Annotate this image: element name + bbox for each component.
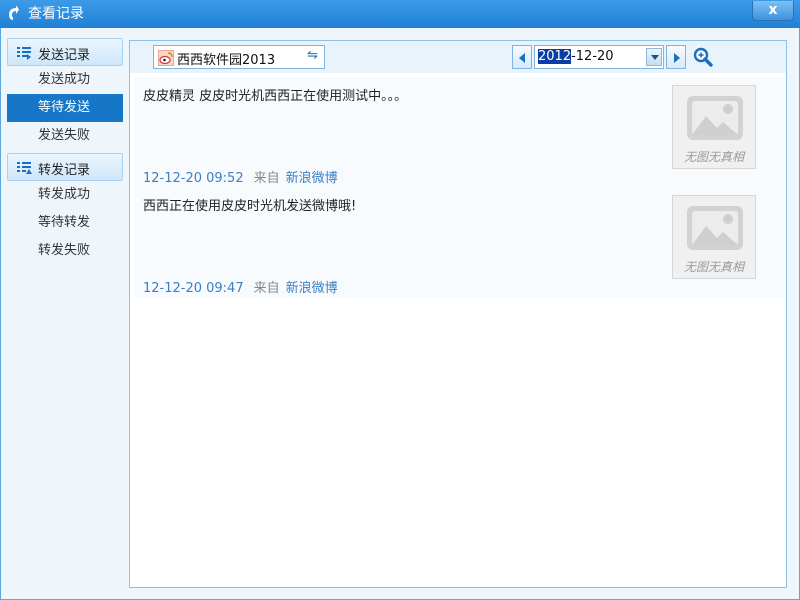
post-source-link[interactable]: 新浪微博 xyxy=(286,171,338,186)
account-selector[interactable]: 西西软件园2013 ⇋ xyxy=(153,45,325,69)
date-picker[interactable]: 2012-12-20 xyxy=(534,45,664,69)
thumbnail-caption: 无图无真相 xyxy=(683,260,744,274)
post-list: 皮皮精灵 皮皮时光机西西正在使用测试中。。。 12-12-20 09:52 来自新… xyxy=(134,77,784,297)
sidebar-group-forward[interactable]: 转发记录 xyxy=(7,153,123,181)
list-icon xyxy=(17,47,31,60)
weibo-icon xyxy=(158,50,174,66)
date-value: 2012-12-20 xyxy=(538,49,614,64)
window-title: 查看记录 xyxy=(28,6,84,22)
close-button[interactable]: x xyxy=(752,1,794,21)
post-text: 皮皮精灵 皮皮时光机西西正在使用测试中。。。 xyxy=(143,89,408,104)
content-panel: 西西软件园2013 ⇋ 2012-12-20 皮皮精灵 皮皮时光机西西正在使用测… xyxy=(129,40,787,588)
chevron-down-icon xyxy=(651,55,659,60)
post-from-label: 来自 xyxy=(253,171,280,186)
sidebar-item-forward-pending[interactable]: 等待转发 xyxy=(7,209,123,237)
post-meta: 12-12-20 09:52 来自 新浪微博 xyxy=(143,167,338,186)
main-window: 发送记录 发送成功 等待发送 发送失败 转发记录 转发成功 等待转发 转发失败 xyxy=(0,28,800,600)
post-item: 皮皮精灵 皮皮时光机西西正在使用测试中。。。 12-12-20 09:52 来自新… xyxy=(134,77,784,187)
content-toolbar: 西西软件园2013 ⇋ 2012-12-20 xyxy=(130,41,786,73)
sidebar-item-send-pending[interactable]: 等待发送 xyxy=(7,94,123,122)
date-dropdown-button[interactable] xyxy=(646,48,662,66)
sidebar-item-forward-success[interactable]: 转发成功 xyxy=(7,181,123,209)
post-thumbnail[interactable]: 无图无真相 xyxy=(672,195,756,279)
post-time: 12-12-20 09:47 xyxy=(143,281,244,296)
sidebar-item-send-success[interactable]: 发送成功 xyxy=(7,66,123,94)
next-date-button[interactable] xyxy=(666,45,686,69)
sidebar-item-send-failed[interactable]: 发送失败 xyxy=(7,122,123,150)
sidebar-group-label: 转发记录 xyxy=(38,163,91,178)
swap-arrows-icon: ⇋ xyxy=(307,48,318,63)
arrow-right-icon xyxy=(674,53,680,63)
post-thumbnail[interactable]: 无图无真相 xyxy=(672,85,756,169)
sidebar-item-forward-failed[interactable]: 转发失败 xyxy=(7,237,123,265)
title-bar: 查看记录 x xyxy=(0,0,800,28)
thumbnail-caption: 无图无真相 xyxy=(683,150,744,164)
prev-date-button[interactable] xyxy=(512,45,532,69)
date-month-day: -12-20 xyxy=(571,49,614,64)
post-item: 西西正在使用皮皮时光机发送微博哦! 12-12-20 09:47 来自 新浪微博 无… xyxy=(134,187,784,297)
post-source-link[interactable]: 新浪微博 xyxy=(286,281,338,296)
arrow-left-icon xyxy=(519,53,525,63)
sidebar-group-label: 发送记录 xyxy=(38,48,91,63)
app-logo-icon xyxy=(9,6,19,20)
sidebar: 发送记录 发送成功 等待发送 发送失败 转发记录 转发成功 等待转发 转发失败 xyxy=(5,38,125,265)
post-meta: 12-12-20 09:47 来自 新浪微博 xyxy=(143,277,338,296)
forward-list-icon xyxy=(17,162,32,174)
date-year: 2012 xyxy=(538,49,572,64)
search-icon[interactable] xyxy=(692,46,714,68)
post-time: 12-12-20 09:52 xyxy=(143,171,244,186)
sidebar-group-sent[interactable]: 发送记录 xyxy=(7,38,123,66)
post-from-label: 来自 xyxy=(253,281,280,296)
post-text: 西西正在使用皮皮时光机发送微博哦! xyxy=(143,199,357,214)
account-name: 西西软件园2013 xyxy=(177,53,276,68)
